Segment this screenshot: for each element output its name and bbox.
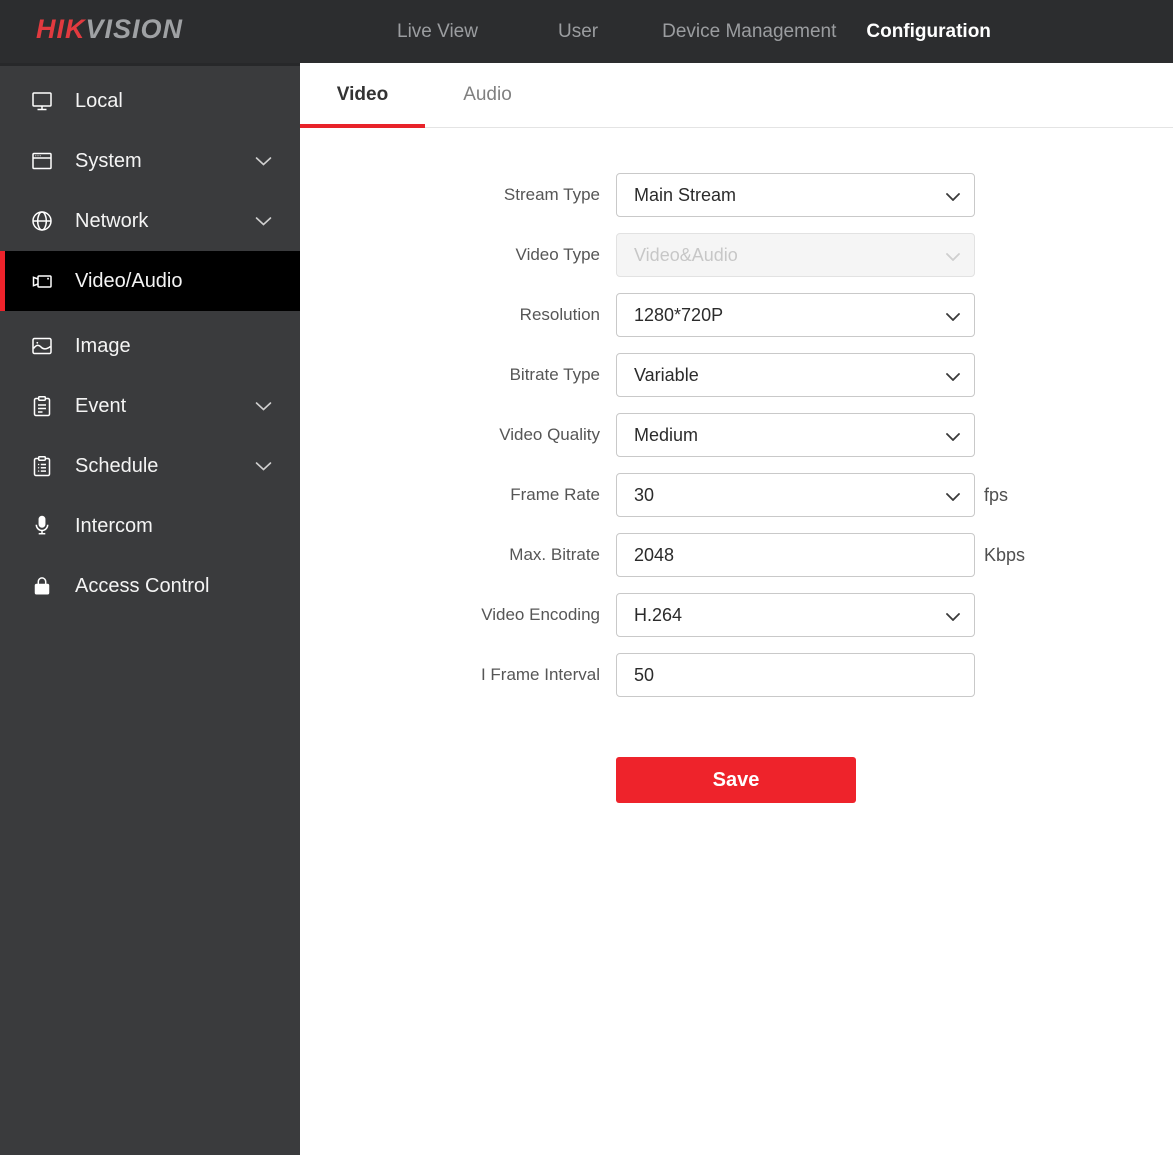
form-row-video-encoding: Video Encoding H.264 — [300, 585, 1173, 645]
sidebar-item-label: System — [75, 150, 142, 173]
sidebar-item-label: Event — [75, 395, 126, 418]
sidebar-item-schedule[interactable]: Schedule — [0, 436, 300, 496]
sidebar-item-label: Schedule — [75, 455, 158, 478]
frame-rate-unit: fps — [984, 485, 1008, 506]
stream-type-value: Main Stream — [634, 185, 736, 206]
top-nav: Live View User Device Management Configu… — [397, 0, 991, 63]
form-row-stream-type: Stream Type Main Stream — [300, 165, 1173, 225]
video-camera-icon — [30, 269, 54, 293]
resolution-value: 1280*720P — [634, 305, 723, 326]
video-type-label: Video Type — [300, 245, 616, 265]
chevron-down-icon — [255, 210, 272, 233]
video-encoding-label: Video Encoding — [300, 605, 616, 625]
max-bitrate-label: Max. Bitrate — [300, 545, 616, 565]
form-row-video-type: Video Type Video&Audio — [300, 225, 1173, 285]
save-row: Save — [300, 757, 1173, 803]
video-encoding-select[interactable]: H.264 — [616, 593, 975, 637]
nav-configuration[interactable]: Configuration — [866, 21, 991, 43]
form-row-video-quality: Video Quality Medium — [300, 405, 1173, 465]
page: HIKVISION Live View User Device Manageme… — [0, 0, 1173, 1155]
sidebar-item-local[interactable]: Local — [0, 71, 300, 131]
bitrate-type-label: Bitrate Type — [300, 365, 616, 385]
logo-vision: VISION — [86, 14, 184, 44]
chevron-down-icon — [946, 365, 960, 386]
tab-video[interactable]: Video — [300, 63, 425, 127]
chevron-down-icon — [255, 395, 272, 418]
stream-type-label: Stream Type — [300, 185, 616, 205]
monitor-icon — [30, 89, 54, 113]
hikvision-logo: HIKVISION — [36, 14, 183, 45]
lock-icon — [30, 574, 54, 598]
form-row-frame-rate: Frame Rate 30 fps — [300, 465, 1173, 525]
chevron-down-icon — [946, 305, 960, 326]
stream-type-select[interactable]: Main Stream — [616, 173, 975, 217]
i-frame-interval-input[interactable] — [616, 653, 975, 697]
sidebar-item-system[interactable]: System — [0, 131, 300, 191]
video-quality-value: Medium — [634, 425, 698, 446]
sidebar-item-label: Local — [75, 90, 123, 113]
form-row-resolution: Resolution 1280*720P — [300, 285, 1173, 345]
sidebar-item-access-control[interactable]: Access Control — [0, 556, 300, 616]
sidebar-item-video-audio[interactable]: Video/Audio — [0, 251, 300, 311]
sidebar: Local System — [0, 63, 300, 1155]
video-type-value: Video&Audio — [634, 245, 738, 266]
video-type-select: Video&Audio — [616, 233, 975, 277]
sidebar-item-label: Video/Audio — [75, 270, 183, 293]
frame-rate-label: Frame Rate — [300, 485, 616, 505]
nav-device-management[interactable]: Device Management — [662, 21, 836, 43]
chevron-down-icon — [946, 425, 960, 446]
max-bitrate-input[interactable] — [616, 533, 975, 577]
form-row-i-frame-interval: I Frame Interval — [300, 645, 1173, 705]
form-row-max-bitrate: Max. Bitrate Kbps — [300, 525, 1173, 585]
resolution-select[interactable]: 1280*720P — [616, 293, 975, 337]
resolution-label: Resolution — [300, 305, 616, 325]
bitrate-type-value: Variable — [634, 365, 699, 386]
form-row-bitrate-type: Bitrate Type Variable — [300, 345, 1173, 405]
sidebar-item-label: Image — [75, 335, 131, 358]
sidebar-item-label: Intercom — [75, 515, 153, 538]
sidebar-item-label: Access Control — [75, 575, 210, 598]
sidebar-item-image[interactable]: Image — [0, 316, 300, 376]
main-content: Video Audio Stream Type Main Stream Vide… — [300, 63, 1173, 1155]
globe-icon — [30, 209, 54, 233]
frame-rate-value: 30 — [634, 485, 654, 506]
tab-audio[interactable]: Audio — [425, 63, 550, 127]
save-button[interactable]: Save — [616, 757, 856, 803]
chevron-down-icon — [255, 150, 272, 173]
video-encoding-value: H.264 — [634, 605, 682, 626]
microphone-icon — [30, 514, 54, 538]
i-frame-interval-label: I Frame Interval — [300, 665, 616, 685]
sidebar-item-event[interactable]: Event — [0, 376, 300, 436]
sidebar-item-label: Network — [75, 210, 148, 233]
video-settings-form: Stream Type Main Stream Video Type Video… — [300, 128, 1173, 803]
video-quality-select[interactable]: Medium — [616, 413, 975, 457]
system-window-icon — [30, 149, 54, 173]
video-quality-label: Video Quality — [300, 425, 616, 445]
chevron-down-icon — [946, 245, 960, 266]
frame-rate-select[interactable]: 30 — [616, 473, 975, 517]
nav-live-view[interactable]: Live View — [397, 21, 478, 43]
chevron-down-icon — [255, 455, 272, 478]
bitrate-type-select[interactable]: Variable — [616, 353, 975, 397]
tab-bar: Video Audio — [300, 63, 1173, 128]
schedule-clipboard-icon — [30, 454, 54, 478]
chevron-down-icon — [946, 485, 960, 506]
sidebar-item-network[interactable]: Network — [0, 191, 300, 251]
image-icon — [30, 334, 54, 358]
event-clipboard-icon — [30, 394, 54, 418]
chevron-down-icon — [946, 605, 960, 626]
logo-hik: HIK — [36, 14, 86, 44]
max-bitrate-unit: Kbps — [984, 545, 1025, 566]
nav-user[interactable]: User — [558, 21, 598, 43]
top-header: HIKVISION Live View User Device Manageme… — [0, 0, 1173, 63]
sidebar-item-intercom[interactable]: Intercom — [0, 496, 300, 556]
chevron-down-icon — [946, 185, 960, 206]
